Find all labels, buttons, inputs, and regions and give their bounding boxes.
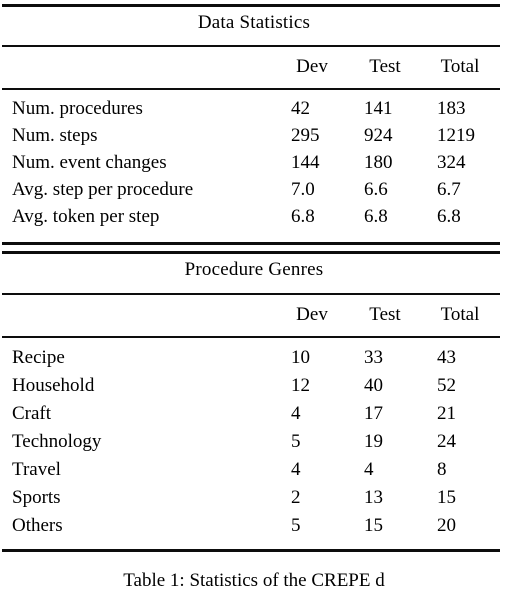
table-row: Travel 4 4 8 bbox=[0, 457, 508, 484]
row-value-test: 13 bbox=[364, 487, 383, 508]
row-value-test: 6.6 bbox=[364, 179, 388, 200]
row-value-total: 183 bbox=[437, 98, 466, 119]
row-value-total: 21 bbox=[437, 403, 456, 424]
table-row: Technology 5 19 24 bbox=[0, 429, 508, 456]
row-label: Recipe bbox=[12, 347, 65, 368]
column-header-dev: Dev bbox=[296, 56, 328, 77]
row-value-total: 20 bbox=[437, 515, 456, 536]
row-label: Household bbox=[12, 375, 95, 396]
row-value-dev: 2 bbox=[291, 487, 301, 508]
table-row: Household 12 40 52 bbox=[0, 373, 508, 400]
row-value-total: 324 bbox=[437, 152, 466, 173]
row-value-total: 24 bbox=[437, 431, 456, 452]
table-row: Recipe 10 33 43 bbox=[0, 345, 508, 372]
column-header-test: Test bbox=[369, 56, 401, 77]
row-value-test: 924 bbox=[364, 125, 393, 146]
row-value-test: 40 bbox=[364, 375, 383, 396]
row-value-dev: 10 bbox=[291, 347, 310, 368]
row-value-total: 6.7 bbox=[437, 179, 461, 200]
row-label: Travel bbox=[12, 459, 61, 480]
row-value-total: 6.8 bbox=[437, 206, 461, 227]
table-caption: Table 1: Statistics of the CREPE d bbox=[123, 570, 385, 591]
row-value-total: 52 bbox=[437, 375, 456, 396]
bottomrule-2 bbox=[2, 549, 500, 552]
bottomrule-1 bbox=[2, 242, 500, 245]
table-row: Num. event changes 144 180 324 bbox=[0, 150, 508, 177]
column-header-total: Total bbox=[440, 304, 480, 325]
midrule-1a bbox=[2, 45, 500, 47]
table-figure-page: Data Statistics Dev Test Total Num. proc… bbox=[0, 0, 508, 591]
row-value-dev: 5 bbox=[291, 515, 301, 536]
row-value-dev: 6.8 bbox=[291, 206, 315, 227]
row-value-dev: 144 bbox=[291, 152, 320, 173]
row-value-test: 4 bbox=[364, 459, 374, 480]
row-value-test: 17 bbox=[364, 403, 383, 424]
row-value-total: 8 bbox=[437, 459, 447, 480]
row-value-dev: 7.0 bbox=[291, 179, 315, 200]
row-label: Sports bbox=[12, 487, 61, 508]
row-value-total: 43 bbox=[437, 347, 456, 368]
column-header-test: Test bbox=[369, 304, 401, 325]
procedure-genres-title: Procedure Genres bbox=[184, 259, 324, 280]
row-value-test: 6.8 bbox=[364, 206, 388, 227]
data-statistics-title: Data Statistics bbox=[197, 12, 311, 33]
row-value-dev: 4 bbox=[291, 403, 301, 424]
row-value-test: 15 bbox=[364, 515, 383, 536]
table-row: Num. procedures 42 141 183 bbox=[0, 96, 508, 123]
row-label: Avg. token per step bbox=[12, 206, 160, 227]
row-label: Avg. step per procedure bbox=[12, 179, 194, 200]
table-row: Sports 2 13 15 bbox=[0, 485, 508, 512]
row-value-total: 1219 bbox=[437, 125, 475, 146]
row-value-total: 15 bbox=[437, 487, 456, 508]
row-label: Others bbox=[12, 515, 63, 536]
row-value-test: 141 bbox=[364, 98, 393, 119]
midrule-2b bbox=[2, 336, 500, 338]
row-value-dev: 42 bbox=[291, 98, 310, 119]
row-value-dev: 4 bbox=[291, 459, 301, 480]
row-label: Craft bbox=[12, 403, 52, 424]
row-label: Num. event changes bbox=[12, 152, 167, 173]
midrule-2a bbox=[2, 293, 500, 295]
toprule-2 bbox=[2, 251, 500, 254]
toprule-1 bbox=[2, 4, 500, 7]
row-value-dev: 12 bbox=[291, 375, 310, 396]
row-value-dev: 5 bbox=[291, 431, 301, 452]
table-row: Avg. step per procedure 7.0 6.6 6.7 bbox=[0, 177, 508, 204]
row-label: Technology bbox=[12, 431, 102, 452]
midrule-1b bbox=[2, 88, 500, 90]
column-header-dev: Dev bbox=[296, 304, 328, 325]
column-header-total: Total bbox=[440, 56, 480, 77]
table-row: Num. steps 295 924 1219 bbox=[0, 123, 508, 150]
row-value-test: 180 bbox=[364, 152, 393, 173]
row-label: Num. steps bbox=[12, 125, 98, 146]
table-row: Avg. token per step 6.8 6.8 6.8 bbox=[0, 204, 508, 231]
row-value-dev: 295 bbox=[291, 125, 320, 146]
row-value-test: 19 bbox=[364, 431, 383, 452]
table-row: Craft 4 17 21 bbox=[0, 401, 508, 428]
row-label: Num. procedures bbox=[12, 98, 143, 119]
table-row: Others 5 15 20 bbox=[0, 513, 508, 540]
row-value-test: 33 bbox=[364, 347, 383, 368]
